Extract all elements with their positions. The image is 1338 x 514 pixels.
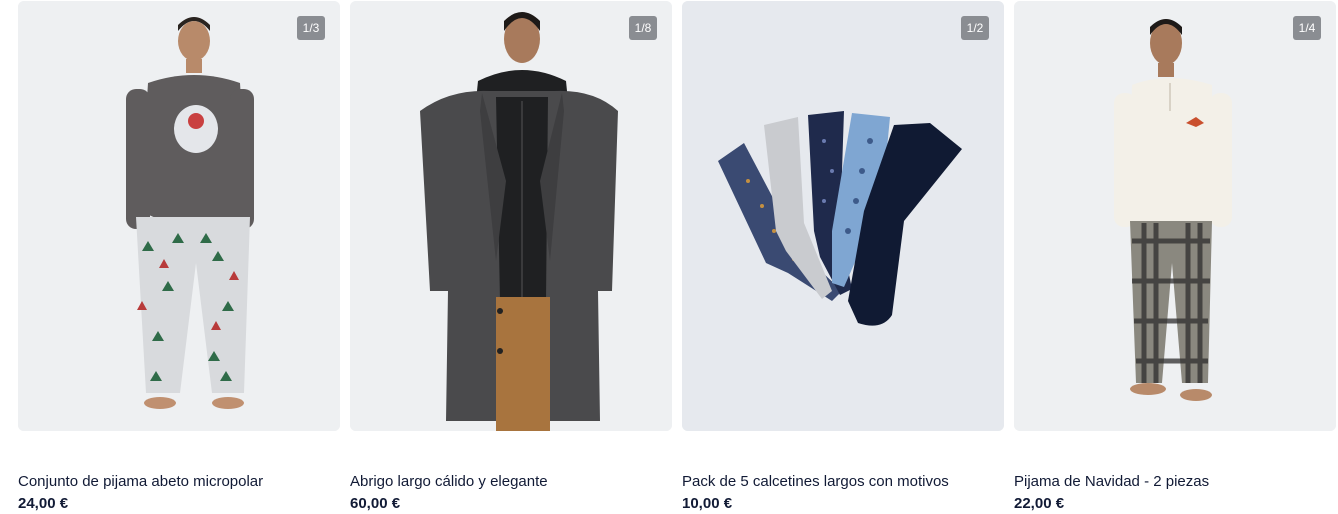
pajama-set-image [18, 1, 340, 431]
product-image[interactable]: 1/4 [1014, 1, 1336, 431]
product-title[interactable]: Abrigo largo cálido y elegante [350, 473, 548, 490]
socks-pack-image [682, 1, 1004, 431]
product-price: 22,00 € [1014, 495, 1065, 512]
christmas-pajama-image [1014, 1, 1336, 431]
image-counter-badge: 1/3 [297, 16, 325, 40]
product-card[interactable]: 1/4 Pijama de Navidad - 2 piezas 22,00 € [1014, 1, 1336, 512]
product-image[interactable]: 1/3 [18, 1, 340, 431]
product-card[interactable]: 1/8 Abrigo largo cálido y elegante 60,00… [350, 1, 672, 512]
product-price: 10,00 € [682, 495, 733, 512]
product-grid: 1/3 Conjunto de pijama abeto micropolar … [18, 1, 1336, 512]
product-image[interactable]: 1/2 [682, 1, 1004, 431]
product-title[interactable]: Pack de 5 calcetines largos con motivos [682, 473, 949, 490]
product-image[interactable]: 1/8 [350, 1, 672, 431]
product-card[interactable]: 1/2 Pack de 5 calcetines largos con moti… [682, 1, 1004, 512]
image-counter-badge: 1/2 [961, 16, 989, 40]
product-title[interactable]: Conjunto de pijama abeto micropolar [18, 473, 263, 490]
long-coat-image [350, 1, 672, 431]
product-price: 60,00 € [350, 495, 401, 512]
product-price: 24,00 € [18, 495, 69, 512]
product-card[interactable]: 1/3 Conjunto de pijama abeto micropolar … [18, 1, 340, 512]
product-title[interactable]: Pijama de Navidad - 2 piezas [1014, 473, 1209, 490]
image-counter-badge: 1/8 [629, 16, 657, 40]
image-counter-badge: 1/4 [1293, 16, 1321, 40]
